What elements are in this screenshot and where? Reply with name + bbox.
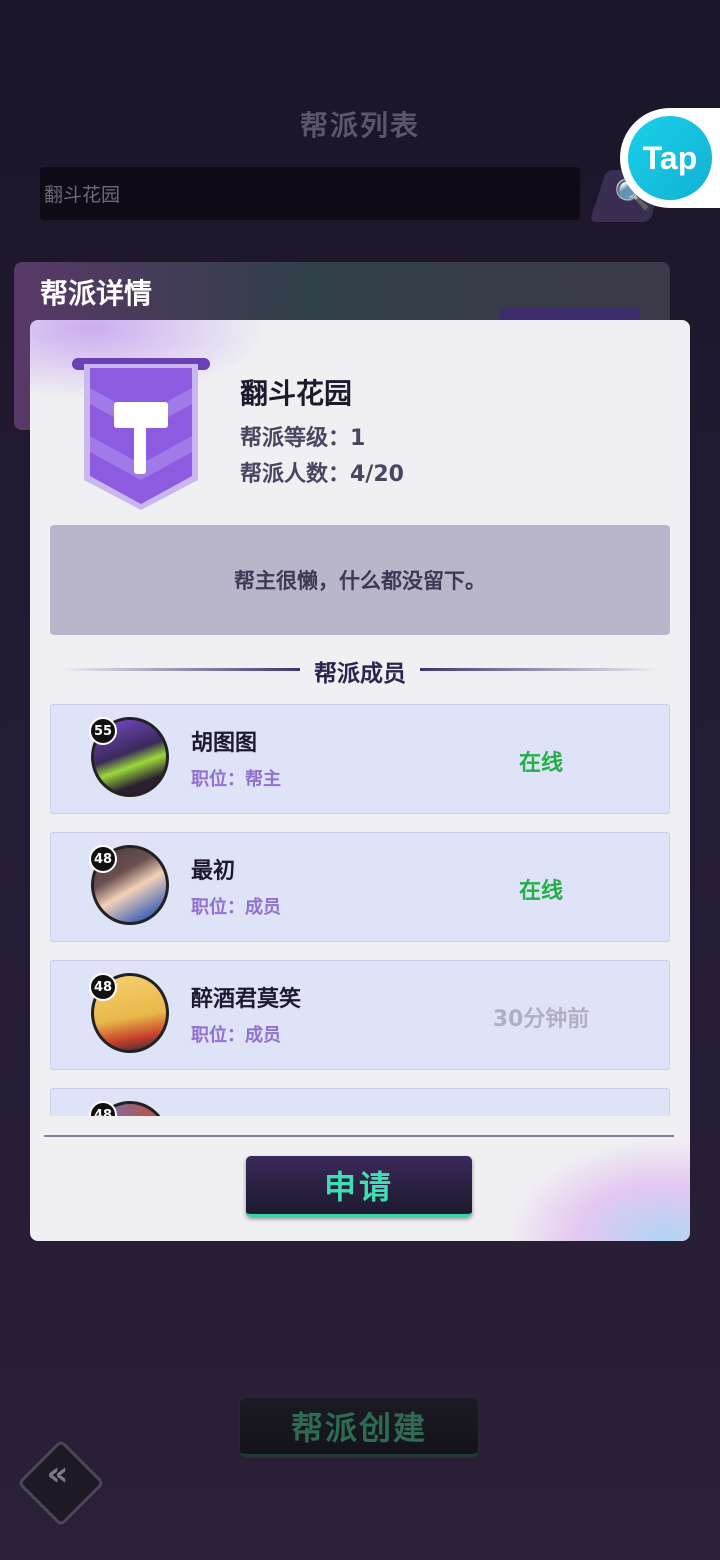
member-status: 30分钟前 [492, 1007, 590, 1032]
list-item[interactable]: 48 最初 职位：成员 在线 [50, 832, 670, 942]
guild-notice: 帮主很懒，什么都没留下。 [50, 525, 670, 635]
back-button[interactable]: « [17, 1439, 105, 1527]
guild-notice-text: 帮主很懒，什么都没留下。 [234, 569, 486, 593]
member-name: 醉酒君莫笑 [191, 987, 302, 1012]
guild-level: 帮派等级：1 [240, 426, 366, 451]
tap-logo-text: Tap [628, 116, 712, 200]
level-badge: 55 [89, 717, 117, 745]
member-name: 最初 [191, 859, 236, 884]
double-chevron-left-icon: « [46, 1453, 69, 1494]
guild-detail-modal: 翻斗花园 帮派等级：1 帮派人数：4/20 帮主很懒，什么都没留下。 帮派成员 … [30, 320, 690, 1241]
level-badge: 48 [89, 973, 117, 1001]
search-input[interactable] [40, 167, 580, 220]
tap-logo[interactable]: Tap [620, 108, 720, 208]
hammer-banner-icon [72, 358, 210, 510]
detail-title: 帮派详情 [40, 277, 153, 310]
member-status: 在线 [518, 751, 563, 776]
guild-name: 翻斗花园 [240, 377, 353, 410]
member-role: 职位：成员 [191, 897, 281, 918]
member-role: 职位：帮主 [191, 769, 281, 790]
member-status: 在线 [518, 879, 563, 904]
apply-button[interactable]: 申请 [246, 1156, 472, 1217]
member-name: 胡图图 [191, 731, 258, 756]
members-header: 帮派成员 [50, 654, 670, 687]
level-badge: 48 [89, 1101, 117, 1116]
apply-button-label: 申请 [323, 1168, 394, 1206]
create-guild-label: 帮派创建 [290, 1409, 427, 1447]
member-list[interactable]: 55 胡图图 职位：帮主 在线 48 最初 职位：成员 在线 48 醉酒君莫笑 … [50, 704, 670, 1116]
divider [44, 1135, 674, 1137]
members-header-text: 帮派成员 [314, 661, 406, 687]
list-item[interactable]: 48 [50, 1088, 670, 1116]
page-title: 帮派列表 [299, 109, 420, 142]
decor-glow [510, 1141, 690, 1241]
create-guild-button[interactable]: 帮派创建 [240, 1398, 478, 1457]
member-role: 职位：成员 [191, 1025, 281, 1046]
guild-member-count: 帮派人数：4/20 [240, 462, 404, 487]
list-item[interactable]: 48 醉酒君莫笑 职位：成员 30分钟前 [50, 960, 670, 1070]
list-item[interactable]: 55 胡图图 职位：帮主 在线 [50, 704, 670, 814]
level-badge: 48 [89, 845, 117, 873]
